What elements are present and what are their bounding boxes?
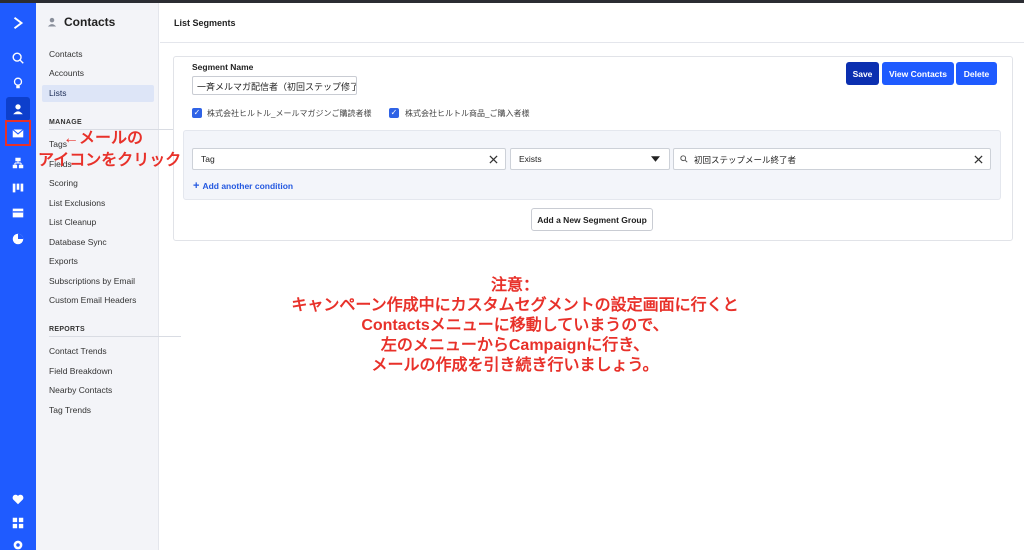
list-label-1: 株式会社ヒルトル_メールマガジンご購読者様 <box>207 109 372 118</box>
subnav-item-field-breakdown[interactable]: Field Breakdown <box>42 363 154 380</box>
annotation-note: 注意： キャンペーン作成中にカスタムセグメントの設定画面に行くと Contact… <box>200 276 830 376</box>
subnav-item-lists[interactable]: Lists <box>42 85 154 102</box>
annotation-arrow-line1: ←メールの <box>63 130 144 147</box>
mail-icon[interactable] <box>5 120 31 146</box>
segment-name-input[interactable]: 一斉メルマガ配信者（初回ステップ修了者 <box>192 76 357 95</box>
note-line: キャンペーン作成中にカスタムセグメントの設定画面に行くと <box>291 297 739 314</box>
add-condition-link[interactable]: + Add another condition <box>193 180 293 192</box>
subnav-item-nearby-contacts[interactable]: Nearby Contacts <box>42 382 154 399</box>
search-icon[interactable] <box>8 48 28 68</box>
note-line: Contactsメニューに移動していまうので、 <box>361 317 669 334</box>
heart-icon[interactable] <box>8 489 28 509</box>
divider <box>49 336 181 337</box>
plus-icon: + <box>193 180 200 192</box>
contacts-subnav: Contacts Contacts Accounts Lists MANAGE … <box>36 3 181 550</box>
clear-value-icon[interactable] <box>974 155 983 164</box>
condition-operator-select[interactable]: Exists <box>510 148 670 170</box>
annotation-arrow-line2: アイコンをクリック <box>38 152 182 169</box>
save-button[interactable]: Save <box>846 62 879 85</box>
lightbulb-icon[interactable] <box>8 73 28 93</box>
pipeline-icon[interactable] <box>8 178 28 198</box>
subnav-item-list-cleanup[interactable]: List Cleanup <box>42 214 154 231</box>
reports-icon[interactable] <box>8 229 28 249</box>
subnav-item-database-sync[interactable]: Database Sync <box>42 234 154 251</box>
delete-button[interactable]: Delete <box>956 62 997 85</box>
list-checkbox-2[interactable]: ✓ <box>389 108 399 118</box>
contacts-icon[interactable] <box>6 97 30 121</box>
subnav-item-exports[interactable]: Exports <box>42 253 154 270</box>
forms-icon[interactable] <box>8 203 28 223</box>
list-checkbox-1[interactable]: ✓ <box>192 108 202 118</box>
add-segment-group-button[interactable]: Add a New Segment Group <box>531 208 653 231</box>
settings-icon[interactable] <box>8 535 28 555</box>
automation-icon[interactable] <box>8 153 28 173</box>
subnav-item-list-exclusions[interactable]: List Exclusions <box>42 195 154 212</box>
chevron-down-icon <box>651 156 660 162</box>
apps-icon[interactable] <box>8 513 28 533</box>
condition-field-select[interactable]: Tag <box>192 148 506 170</box>
condition-value-input[interactable]: 初回ステップメール終了者 <box>673 148 991 170</box>
main-header: List Segments <box>160 3 1024 43</box>
page-title: List Segments <box>174 18 236 28</box>
subnav-item-scoring[interactable]: Scoring <box>42 175 154 192</box>
note-line: 注意： <box>490 277 539 294</box>
note-line: メールの作成を引き続き行いましょう。 <box>371 357 659 374</box>
logo-chevron-icon[interactable] <box>8 13 28 33</box>
segment-name-label: Segment Name <box>192 62 254 72</box>
subnav-title: Contacts <box>64 15 116 29</box>
subnav-item-subscriptions-by-email[interactable]: Subscriptions by Email <box>42 273 154 290</box>
search-icon <box>680 155 688 163</box>
icon-rail <box>0 3 36 550</box>
list-label-2: 株式会社ヒルトル商品_ご購入者様 <box>405 109 530 118</box>
contacts-icon <box>47 17 57 27</box>
subnav-header: Contacts <box>46 15 115 29</box>
clear-field-icon[interactable] <box>489 155 498 164</box>
subnav-item-custom-email-headers[interactable]: Custom Email Headers <box>42 292 154 309</box>
view-contacts-button[interactable]: View Contacts <box>882 62 954 85</box>
note-line: 左のメニューからCampaignに行き、 <box>380 337 650 354</box>
subnav-item-tag-trends[interactable]: Tag Trends <box>42 402 154 419</box>
subnav-item-contact-trends[interactable]: Contact Trends <box>42 343 154 360</box>
add-condition-label: Add another condition <box>202 181 294 191</box>
subnav-item-accounts[interactable]: Accounts <box>42 65 154 82</box>
reports-section-label: REPORTS <box>49 326 85 333</box>
subnav-item-contacts[interactable]: Contacts <box>42 46 154 63</box>
